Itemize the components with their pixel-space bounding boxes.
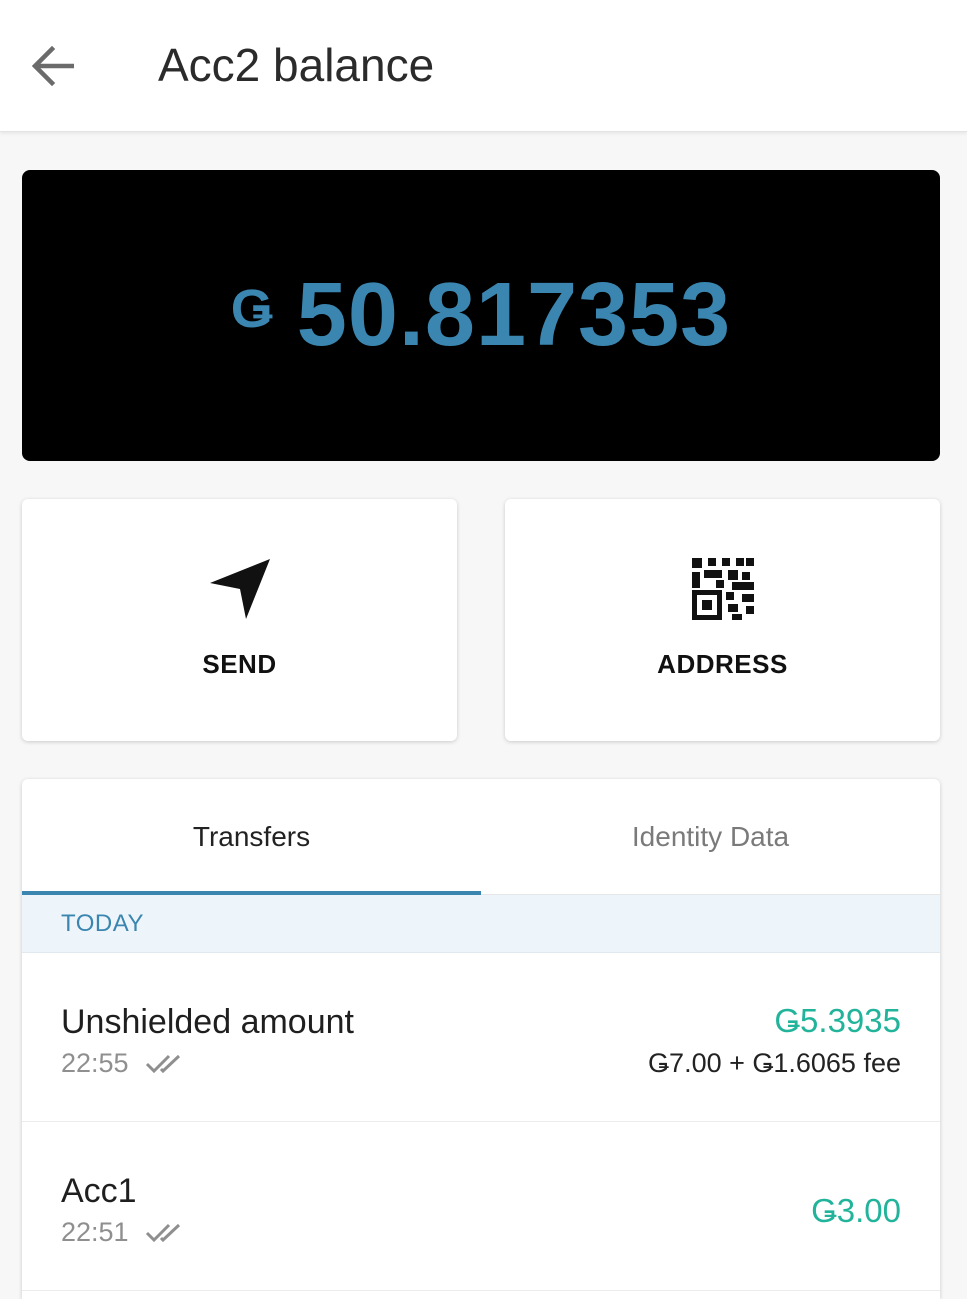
address-label: ADDRESS: [657, 649, 788, 679]
transfer-title: Unshielded amount: [61, 1003, 354, 1041]
paper-plane-icon: [208, 557, 272, 621]
tab-transfers[interactable]: Transfers: [22, 779, 481, 894]
arrow-left-icon: [31, 46, 74, 86]
transactions-panel: Transfers Identity Data TODAY Unshielded…: [22, 779, 940, 1299]
send-label: SEND: [202, 649, 277, 679]
transfer-fee-detail: Ǥ7.00 + Ǥ1.6065 fee: [648, 1048, 901, 1078]
transfer-time: 22:55: [61, 1048, 129, 1078]
tab-bar: Transfers Identity Data: [22, 779, 940, 895]
transfer-row[interactable]: Unshielded amount 22:55 Ǥ5.3935 Ǥ7.00 + …: [22, 953, 940, 1122]
section-header-today: TODAY: [22, 895, 940, 953]
back-button[interactable]: [24, 38, 80, 94]
transfer-time-wrap: 22:55: [61, 1048, 183, 1079]
transfer-amount: Ǥ3.00: [811, 1192, 901, 1229]
transfer-row[interactable]: Acc1 22:51 Ǥ3.00: [22, 1122, 940, 1291]
double-check-icon: [145, 1054, 183, 1074]
balance-card: Ǥ 50.817353: [22, 170, 940, 461]
transfer-title: Acc1: [61, 1172, 137, 1210]
balance-display: Ǥ 50.817353: [231, 264, 731, 367]
balance-amount: 50.817353: [296, 265, 732, 365]
double-check-icon: [145, 1223, 183, 1243]
active-tab-indicator: [22, 891, 481, 895]
transfer-time-wrap: 22:51: [61, 1217, 183, 1248]
app-bar: Acc2 balance: [0, 0, 967, 132]
currency-symbol: Ǥ: [230, 279, 273, 339]
send-button[interactable]: SEND: [22, 499, 457, 741]
transfer-time: 22:51: [61, 1217, 129, 1247]
tab-identity-data[interactable]: Identity Data: [481, 779, 940, 894]
address-button[interactable]: ADDRESS: [505, 499, 940, 741]
page-title: Acc2 balance: [158, 39, 435, 91]
qr-code-icon: [691, 557, 754, 621]
transfer-amount: Ǥ5.3935: [774, 1002, 901, 1039]
